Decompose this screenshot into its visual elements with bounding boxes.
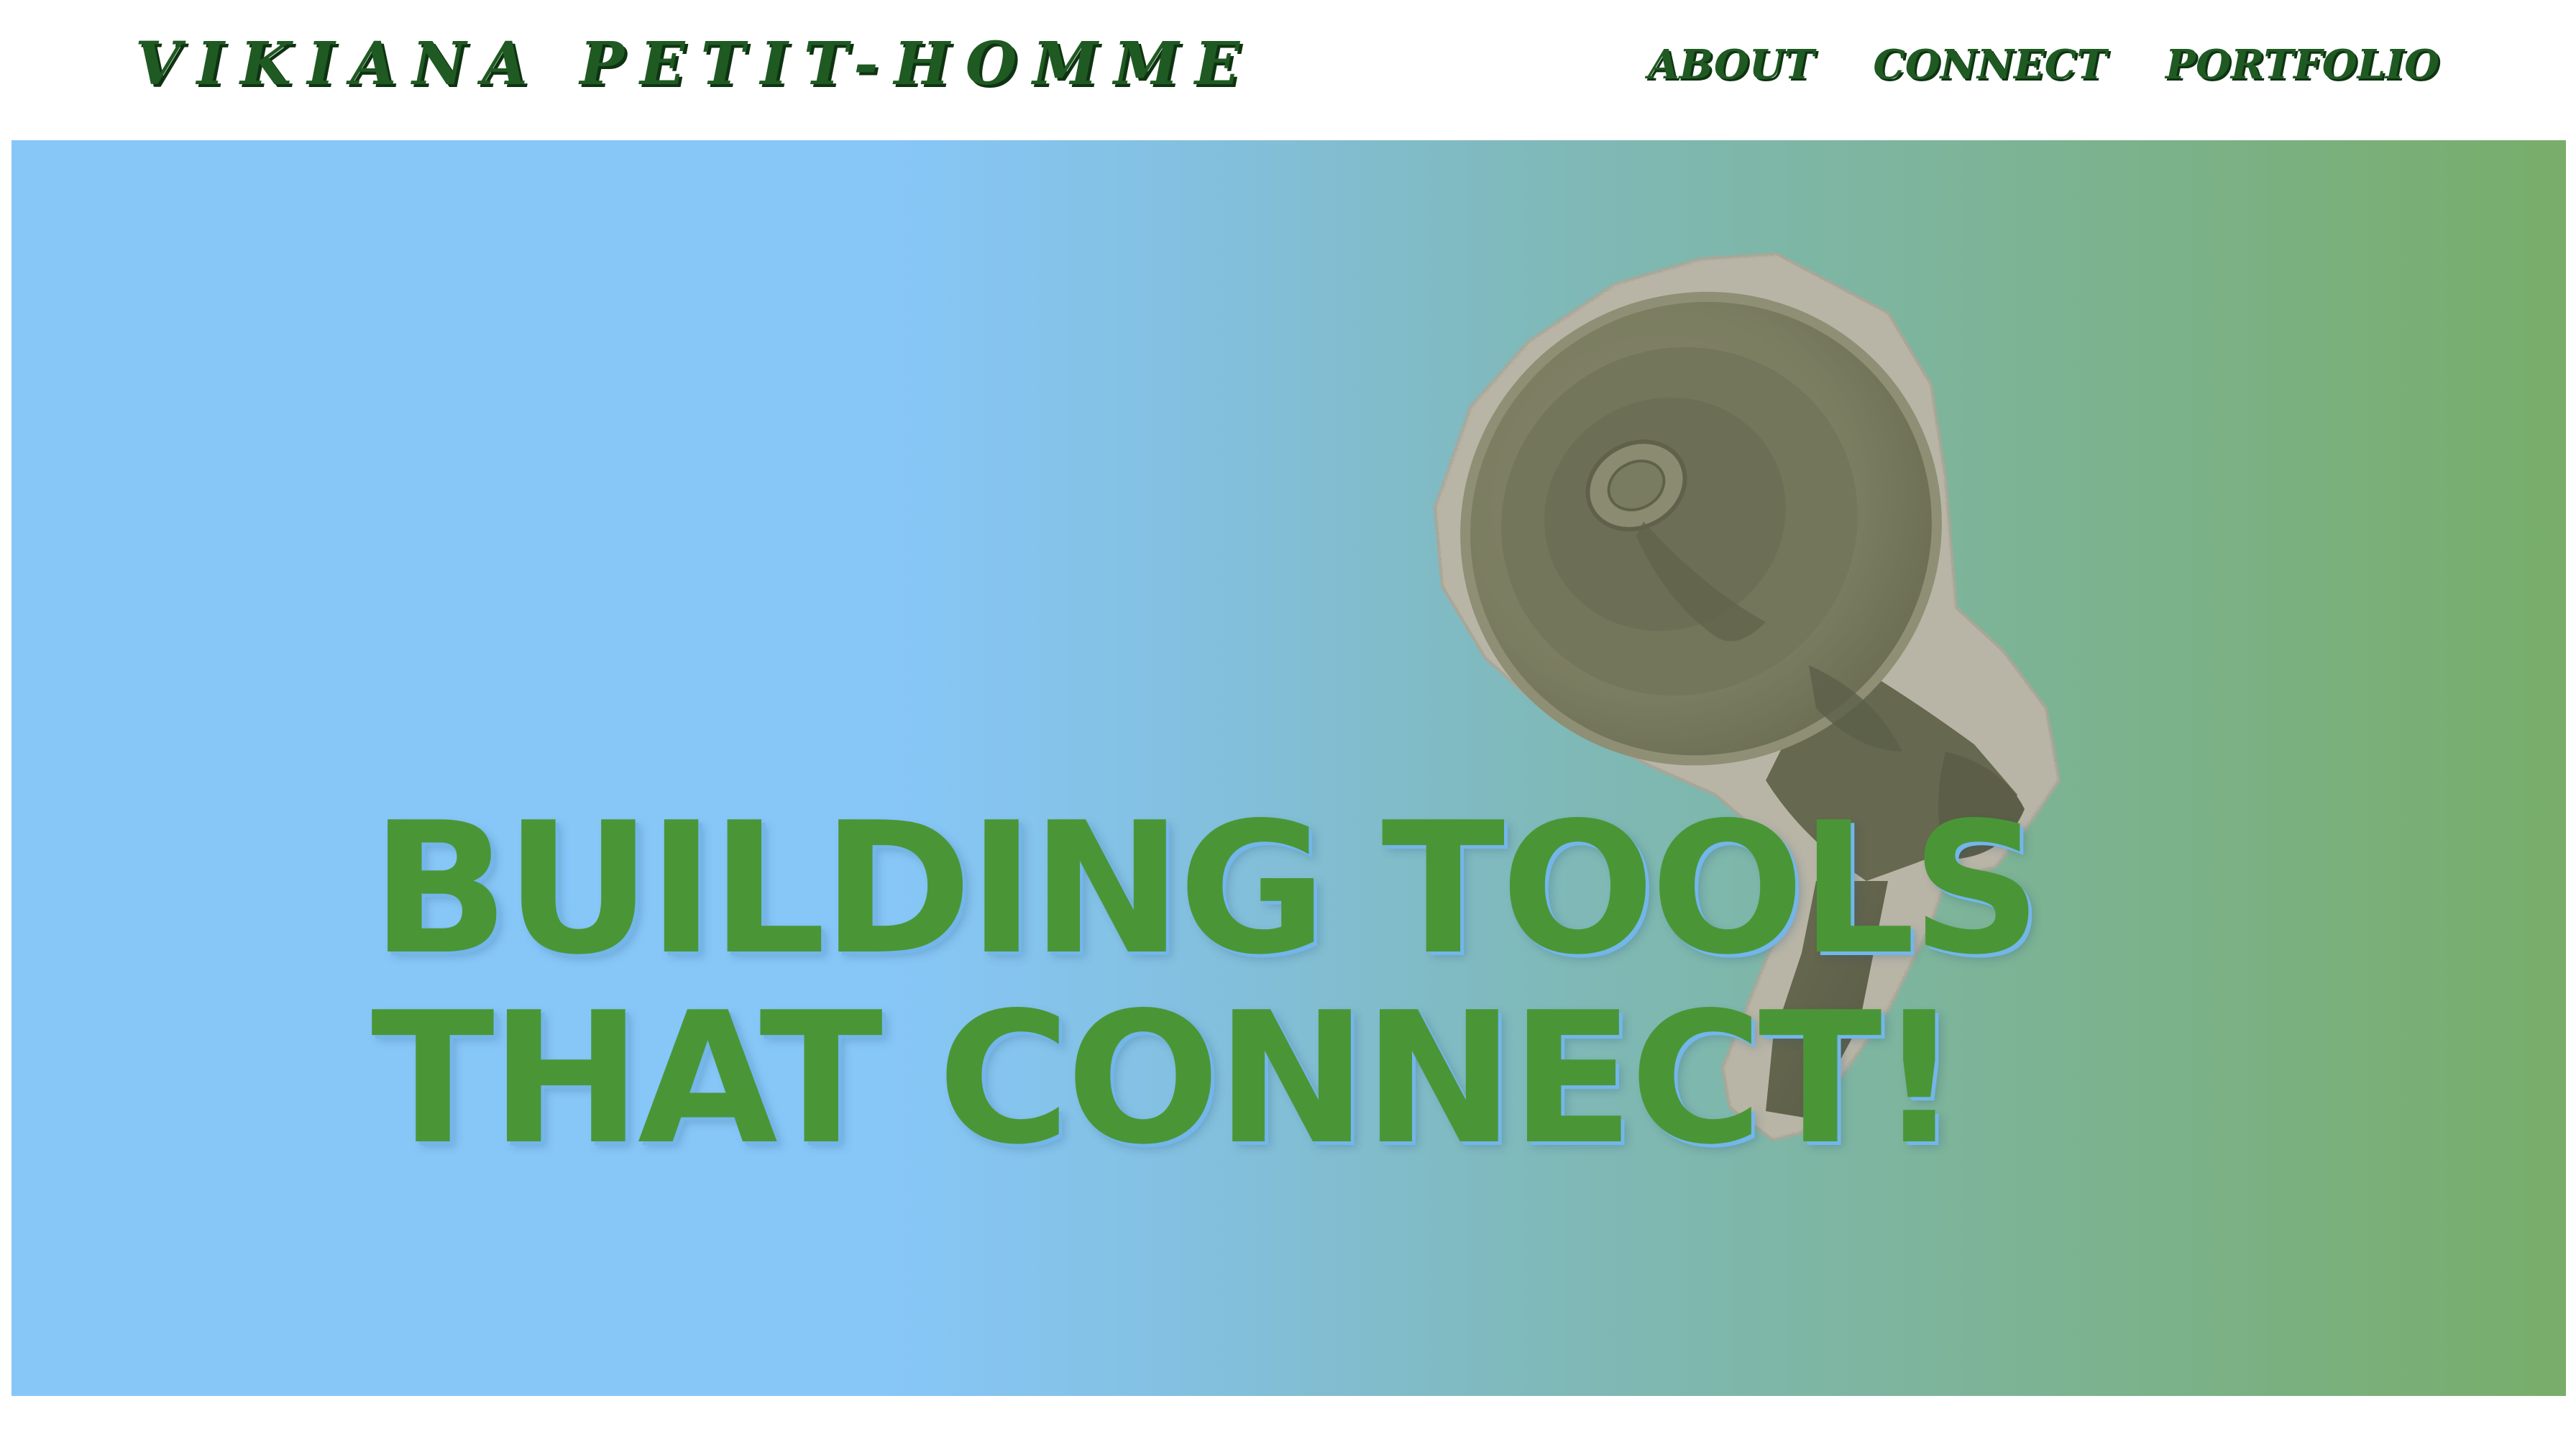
nav-link-connect[interactable]: CONNECT bbox=[1873, 45, 2107, 85]
hero-heading: BUILDING TOOLS THAT CONNECT! bbox=[371, 784, 2042, 1184]
main-nav: ABOUT CONNECT PORTFOLIO bbox=[1648, 45, 2439, 85]
site-logo[interactable]: VIKIANA PETIT-HOMME bbox=[135, 35, 1255, 93]
nav-link-portfolio[interactable]: PORTFOLIO bbox=[2165, 45, 2439, 85]
hero-banner: BUILDING TOOLS THAT CONNECT! bbox=[12, 140, 2566, 1396]
nav-link-about[interactable]: ABOUT bbox=[1648, 45, 1814, 85]
hero-heading-line: BUILDING TOOLS bbox=[371, 784, 2042, 995]
site-header: VIKIANA PETIT-HOMME ABOUT CONNECT PORTFO… bbox=[0, 0, 2576, 140]
hero-heading-line: THAT CONNECT! bbox=[371, 974, 1961, 1184]
